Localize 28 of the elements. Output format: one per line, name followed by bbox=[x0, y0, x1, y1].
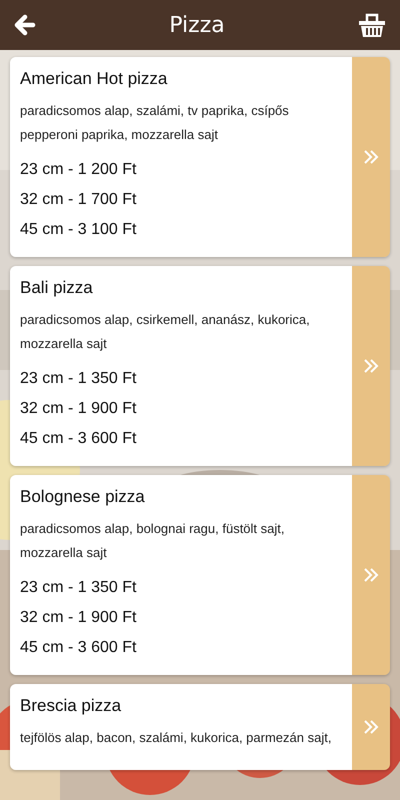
pizza-name: American Hot pizza bbox=[20, 69, 168, 89]
details-button[interactable] bbox=[352, 475, 390, 675]
back-icon[interactable] bbox=[14, 14, 36, 36]
pizza-description: paradicsomos alap, szalámi, tv paprika, csípős pepperoni paprika, mozzarella sajt bbox=[20, 102, 290, 144]
price-line: 45 cm - 3 600 Ft bbox=[20, 638, 136, 658]
price-line: 32 cm - 1 900 Ft bbox=[20, 399, 136, 419]
price-line: 23 cm - 1 350 Ft bbox=[20, 578, 136, 598]
chevron-icon bbox=[362, 566, 380, 584]
details-button[interactable] bbox=[352, 266, 390, 466]
details-button[interactable] bbox=[352, 57, 390, 257]
pizza-name: Bolognese pizza bbox=[20, 487, 146, 507]
price-line: 23 cm - 1 200 Ft bbox=[20, 160, 136, 180]
details-button[interactable] bbox=[352, 684, 390, 770]
price-line: 32 cm - 1 700 Ft bbox=[20, 190, 136, 210]
pizza-name: Brescia pizza bbox=[20, 696, 122, 716]
pizza-description: paradicsomos alap, bolognai ragu, füstölt sajt, mozzarella sajt bbox=[20, 520, 286, 562]
price-line: 32 cm - 1 900 Ft bbox=[20, 608, 136, 628]
price-line: 23 cm - 1 350 Ft bbox=[20, 369, 136, 389]
basket-icon[interactable] bbox=[358, 12, 386, 38]
pizza-description: tejfölös alap, bacon, szalámi, kukorica, parmezán sajt, bbox=[20, 729, 332, 747]
pizza-name: Bali pizza bbox=[20, 278, 94, 298]
pizza-description: paradicsomos alap, csirkemell, ananász, kukorica, mozzarella sajt bbox=[20, 311, 311, 353]
price-line: 45 cm - 3 600 Ft bbox=[20, 429, 136, 449]
page-title: Pizza bbox=[169, 12, 225, 38]
price-line: 45 cm - 3 100 Ft bbox=[20, 220, 136, 240]
chevron-icon bbox=[362, 357, 380, 375]
chevron-icon bbox=[362, 718, 380, 736]
chevron-icon bbox=[362, 148, 380, 166]
